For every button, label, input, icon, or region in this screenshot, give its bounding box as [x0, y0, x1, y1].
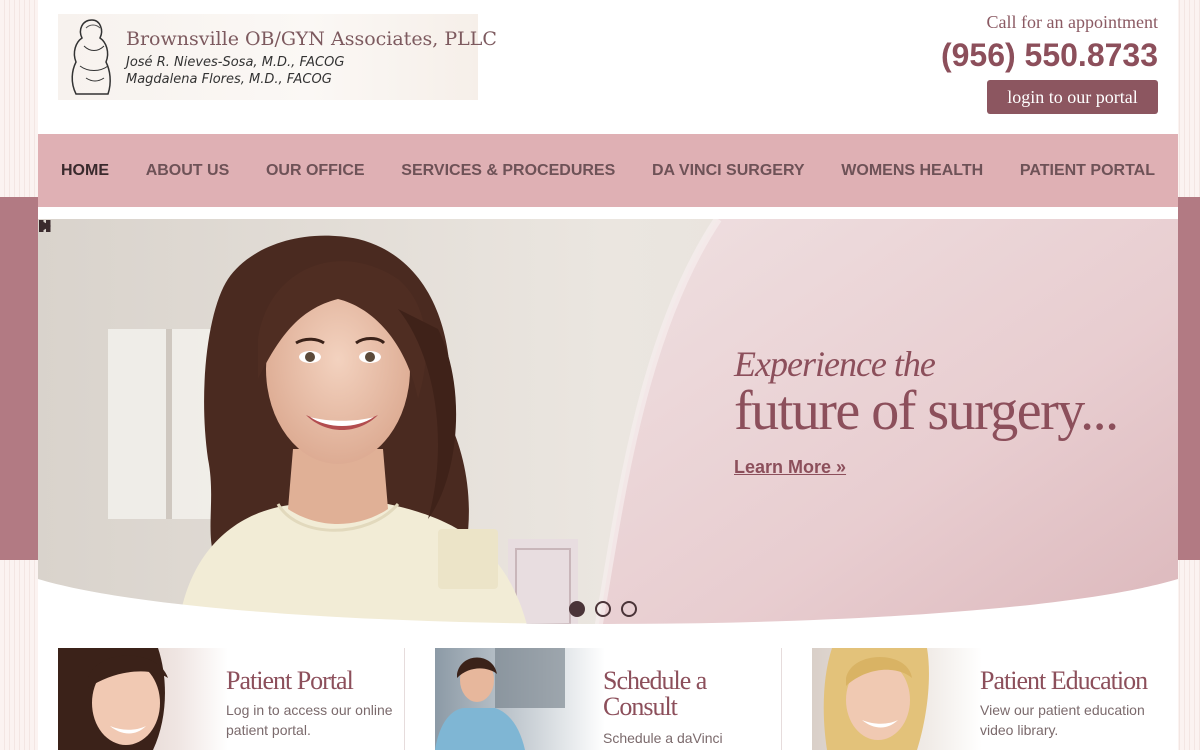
nav-item-womens-health[interactable]: WOMENS HEALTH — [841, 162, 983, 180]
hero-slider: Experience the future of surgery... Lear… — [38, 219, 1178, 629]
pause-icon[interactable] — [38, 219, 52, 233]
slider-dot-3[interactable] — [621, 601, 637, 617]
card-schedule-consult[interactable]: Schedule a Consult Schedule a daVinci — [435, 648, 782, 750]
page-container: Brownsville OB/GYN Associates, PLLC José… — [38, 0, 1178, 750]
nav-item-home[interactable]: HOME — [61, 162, 109, 180]
logo-figure-icon — [71, 19, 111, 95]
card-image — [58, 648, 228, 750]
card-image — [435, 648, 605, 750]
phone-number[interactable]: (956) 550.8733 — [941, 37, 1158, 74]
nav-item-patient-portal[interactable]: PATIENT PORTAL — [1020, 162, 1155, 180]
logo-doctor-2: Magdalena Flores, M.D., FACOG — [126, 72, 332, 87]
slider-dot-1[interactable] — [569, 601, 585, 617]
card-text: Log in to access our online patient port… — [226, 702, 393, 738]
main-nav: HOME ABOUT US OUR OFFICE SERVICES & PROC… — [38, 134, 1178, 213]
card-patient-portal[interactable]: Patient Portal Log in to access our onli… — [58, 648, 405, 750]
logo[interactable]: Brownsville OB/GYN Associates, PLLC José… — [58, 14, 497, 100]
nav-item-our-office[interactable]: OUR OFFICE — [266, 162, 365, 180]
card-title: Patient Portal — [226, 666, 354, 695]
logo-title: Brownsville OB/GYN Associates, PLLC — [126, 28, 497, 50]
logo-doctor-1: José R. Nieves-Sosa, M.D., FACOG — [126, 55, 345, 70]
card-image — [812, 648, 982, 750]
hero-headline: future of surgery... — [734, 380, 1119, 442]
portal-login-button[interactable]: login to our portal — [987, 80, 1158, 114]
card-title: Schedule a Consult — [603, 666, 707, 721]
nav-item-about-us[interactable]: ABOUT US — [146, 162, 230, 180]
call-text: Call for an appointment — [986, 12, 1158, 32]
learn-more-link[interactable]: Learn More » — [734, 457, 846, 478]
slider-dot-2[interactable] — [595, 601, 611, 617]
card-title: Patient Education — [980, 666, 1148, 695]
card-patient-education[interactable]: Patient Education View our patient educa… — [812, 648, 1158, 750]
card-text: Schedule a daVinci — [603, 730, 723, 746]
card-text: View our patient education video library… — [980, 702, 1145, 738]
nav-item-services[interactable]: SERVICES & PROCEDURES — [401, 162, 615, 180]
nav-item-da-vinci[interactable]: DA VINCI SURGERY — [652, 162, 805, 180]
